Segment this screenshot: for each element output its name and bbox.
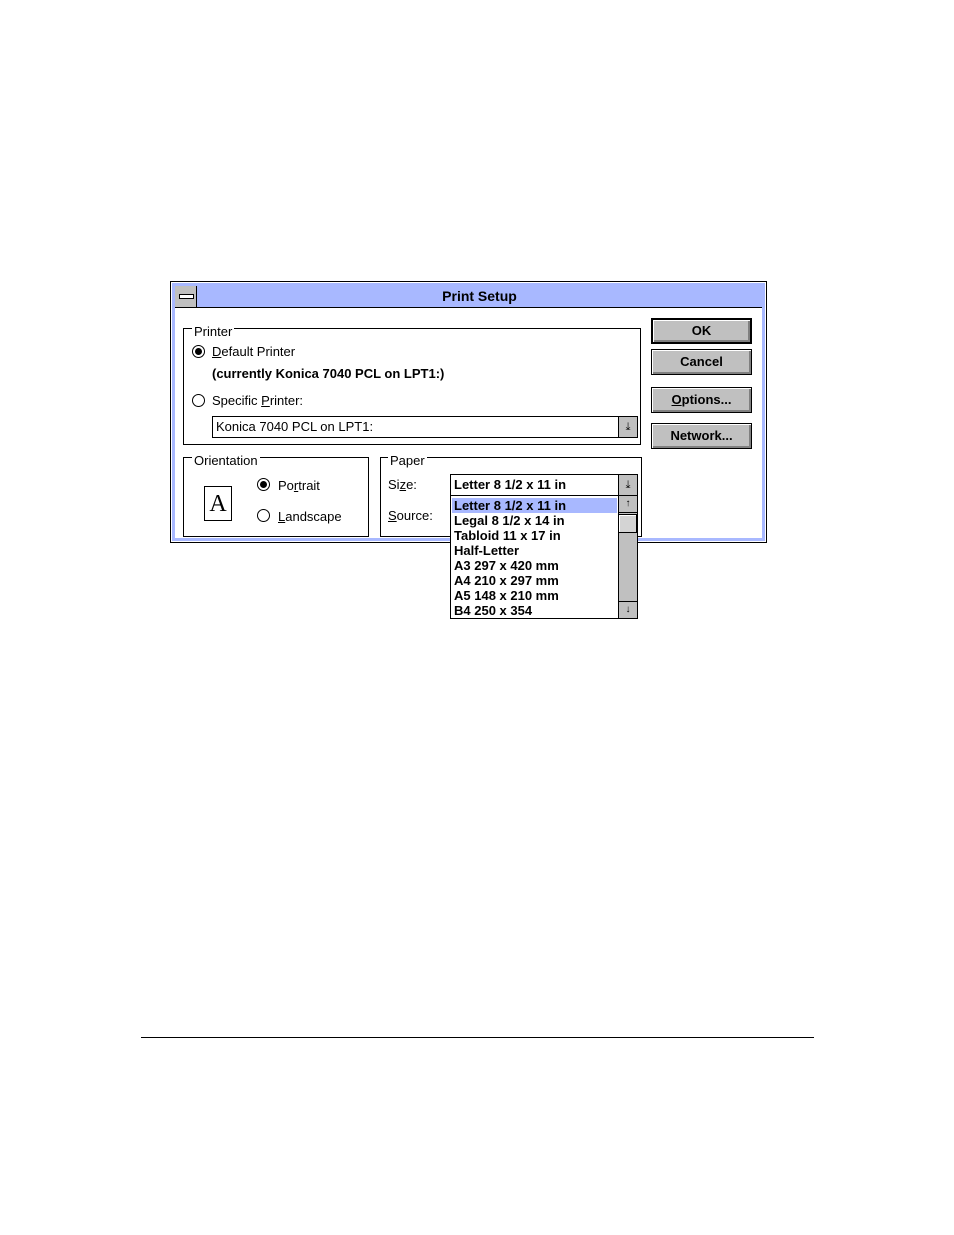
paper-size-select[interactable]: Letter 8 1/2 x 11 in ⤓ bbox=[450, 474, 638, 496]
dialog-title: Print Setup bbox=[442, 288, 517, 304]
scroll-up-arrow-icon[interactable]: ↑ bbox=[619, 496, 637, 513]
source-mnemonic: S bbox=[388, 508, 397, 523]
portrait-label[interactable]: Portrait bbox=[278, 478, 320, 494]
size-label: Size: bbox=[388, 477, 417, 493]
source-label: Source: bbox=[388, 508, 433, 524]
source-label-rest: ource: bbox=[396, 508, 433, 523]
scrollbar-thumb[interactable] bbox=[619, 514, 637, 533]
default-printer-radio[interactable] bbox=[192, 345, 205, 358]
list-item[interactable]: A3 297 x 420 mm bbox=[454, 558, 617, 573]
size-label-pre: Si bbox=[388, 477, 400, 492]
paper-size-select-value: Letter 8 1/2 x 11 in bbox=[454, 477, 567, 492]
specific-printer-select[interactable]: Konica 7040 PCL on LPT1: ⤓ bbox=[212, 416, 638, 438]
paper-group-legend: Paper bbox=[388, 453, 427, 468]
list-item[interactable]: A4 210 x 297 mm bbox=[454, 573, 617, 588]
specific-printer-label-rest: rinter: bbox=[269, 393, 304, 408]
default-printer-mnemonic: D bbox=[212, 344, 222, 359]
default-printer-label[interactable]: Default Printer bbox=[212, 344, 295, 360]
printer-group-legend: Printer bbox=[192, 324, 235, 339]
default-printer-label-text: efault Printer bbox=[221, 344, 296, 359]
landscape-label[interactable]: Landscape bbox=[278, 509, 342, 525]
landscape-radio[interactable] bbox=[257, 509, 270, 522]
list-item[interactable]: Half-Letter bbox=[454, 543, 617, 558]
options-label-rest: ptions... bbox=[681, 392, 732, 407]
list-item[interactable]: A5 148 x 210 mm bbox=[454, 588, 617, 603]
specific-printer-label[interactable]: Specific Printer: bbox=[212, 393, 303, 409]
portrait-page-icon-letter: A bbox=[209, 491, 227, 517]
specific-printer-label-pre: Specific bbox=[212, 393, 262, 408]
specific-printer-mnemonic: P bbox=[261, 393, 270, 408]
portrait-page-icon: A bbox=[204, 486, 232, 521]
dropdown-arrow-icon[interactable]: ⤓ bbox=[618, 417, 637, 437]
network-button[interactable]: Network... bbox=[651, 423, 752, 449]
portrait-radio[interactable] bbox=[257, 478, 270, 491]
paper-size-dropdown-list[interactable]: Letter 8 1/2 x 11 in Legal 8 1/2 x 14 in… bbox=[450, 495, 638, 619]
list-item[interactable]: Letter 8 1/2 x 11 in bbox=[452, 498, 617, 513]
system-menu-bar-glyph bbox=[179, 294, 194, 299]
landscape-label-rest: andscape bbox=[285, 509, 342, 524]
options-button[interactable]: Options... bbox=[651, 387, 752, 413]
list-item[interactable]: Legal 8 1/2 x 14 in bbox=[454, 513, 617, 528]
current-printer-note: (currently Konica 7040 PCL on LPT1:) bbox=[212, 366, 445, 381]
ok-button[interactable]: OK bbox=[651, 318, 752, 344]
system-menu-icon[interactable] bbox=[175, 286, 197, 307]
orientation-group-legend: Orientation bbox=[192, 453, 260, 468]
dropdown-scrollbar[interactable]: ↑ ↓ bbox=[618, 496, 637, 618]
size-label-rest: e: bbox=[406, 477, 417, 492]
options-mnemonic: O bbox=[671, 392, 682, 407]
title-bar[interactable]: Print Setup bbox=[175, 286, 762, 308]
list-item[interactable]: Tabloid 11 x 17 in bbox=[454, 528, 617, 543]
footer-rule bbox=[141, 1037, 814, 1038]
list-item[interactable]: B4 250 x 354 bbox=[454, 603, 617, 618]
portrait-label-pre: Po bbox=[278, 478, 294, 493]
portrait-label-rest: trait bbox=[298, 478, 320, 493]
specific-printer-select-value: Konica 7040 PCL on LPT1: bbox=[216, 419, 374, 434]
dropdown-arrow-icon[interactable]: ⤓ bbox=[618, 475, 637, 495]
scroll-down-arrow-icon[interactable]: ↓ bbox=[619, 601, 637, 618]
cancel-button[interactable]: Cancel bbox=[651, 349, 752, 375]
specific-printer-radio[interactable] bbox=[192, 394, 205, 407]
